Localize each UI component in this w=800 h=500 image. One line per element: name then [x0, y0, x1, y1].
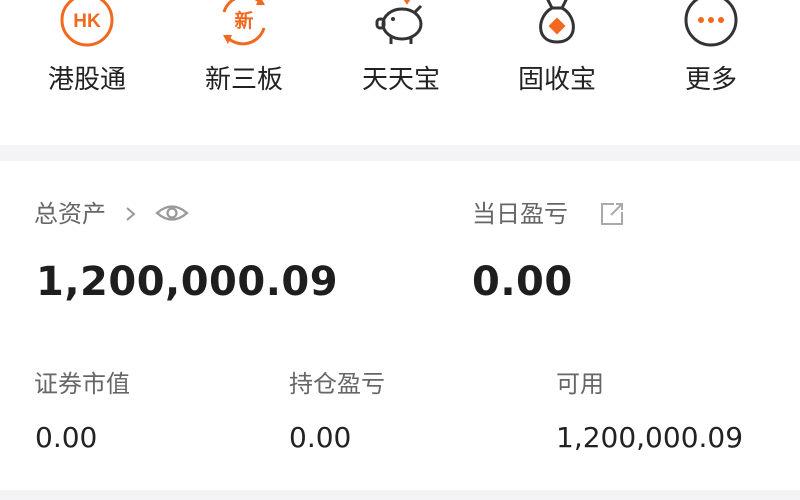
quick-item-more[interactable]: 更多	[641, 0, 781, 145]
quick-menu: HK 港股通 新 新三板 天天宝 固收宝 更多	[0, 0, 800, 145]
external-link-icon[interactable]	[598, 200, 626, 228]
chevron-right-icon[interactable]	[122, 202, 140, 226]
available-label: 可用	[556, 370, 604, 398]
total-assets-label: 总资产	[34, 200, 106, 228]
eye-icon[interactable]	[154, 199, 190, 227]
total-assets-value: 1,200,000.09	[36, 259, 339, 305]
more-icon	[684, 0, 738, 47]
total-assets-link[interactable]: 总资产	[34, 198, 106, 230]
available-value: 1,200,000.09	[556, 421, 744, 454]
daily-pl-label: 当日盈亏	[472, 200, 568, 228]
quick-item-label: 固收宝	[517, 65, 596, 95]
quick-item-new-board[interactable]: 新 新三板	[174, 0, 314, 145]
quick-item-daily-treasure[interactable]: 天天宝	[331, 0, 471, 145]
quick-item-label: 新三板	[204, 65, 283, 95]
bottom-divider	[0, 490, 800, 500]
hk-icon: HK	[60, 0, 114, 47]
quick-item-label: 更多	[684, 65, 737, 95]
position-pl-value: 0.00	[289, 421, 352, 454]
section-divider	[0, 145, 800, 161]
quick-item-label: 港股通	[47, 65, 126, 95]
quick-item-hk-connect[interactable]: HK 港股通	[17, 0, 157, 145]
market-value-label: 证券市值	[34, 370, 130, 398]
quick-item-fixed-income[interactable]: 固收宝	[487, 0, 627, 145]
new-board-icon-text: 新	[234, 9, 253, 32]
hk-icon-text: HK	[73, 11, 101, 32]
money-bag-icon	[539, 0, 575, 44]
new-board-icon: 新	[222, 0, 266, 46]
piggy-bank-icon	[375, 0, 423, 44]
daily-pl-value: 0.00	[472, 259, 573, 305]
quick-item-label: 天天宝	[361, 65, 440, 95]
position-pl-label: 持仓盈亏	[289, 370, 385, 398]
market-value: 0.00	[35, 421, 98, 454]
